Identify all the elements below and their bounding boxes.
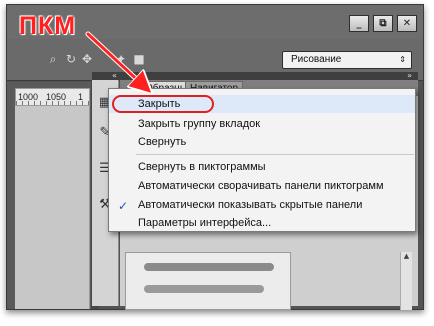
annotation-arrow [85, 31, 434, 326]
